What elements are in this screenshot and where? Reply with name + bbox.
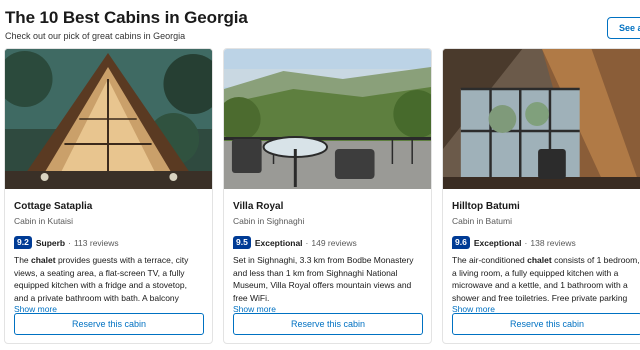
cabin-location: Cabin in Sighnaghi — [233, 216, 305, 226]
description-highlight: chalet — [527, 255, 552, 265]
separator-dot: · — [524, 237, 528, 248]
cabin-cards: Cottage Sataplia Cabin in Kutaisi 9.2 Su… — [0, 48, 640, 350]
chalet-interior-image[interactable] — [443, 49, 640, 189]
cabin-name[interactable]: Cottage Sataplia — [14, 201, 203, 212]
rating-word: Exceptional — [473, 237, 522, 248]
review-count: 113 reviews — [73, 237, 119, 248]
reserve-button[interactable]: Reserve this cabin — [452, 313, 640, 335]
review-count: 138 reviews — [530, 237, 576, 248]
separator-dot: · — [68, 237, 71, 248]
review-count: 149 reviews — [311, 237, 357, 248]
reserve-button[interactable]: Reserve this cabin — [14, 313, 204, 335]
cabin-location: Cabin in Batumi — [452, 216, 513, 226]
section-title: The 10 Best Cabins in Georgia — [5, 8, 248, 27]
description-highlight: chalet — [31, 255, 56, 265]
rating-row: 9.5 Exceptional · 149 reviews — [233, 236, 422, 249]
rating-word: Exceptional — [254, 237, 303, 248]
reserve-button[interactable]: Reserve this cabin — [233, 313, 423, 335]
cabin-card[interactable]: Cottage Sataplia Cabin in Kutaisi 9.2 Su… — [4, 48, 213, 344]
description-text: Set in Sighnaghi, 3.3 km from Bodbe Mona… — [233, 255, 414, 303]
cabin-description: Set in Sighnaghi, 3.3 km from Bodbe Mona… — [233, 254, 422, 304]
rating-word: Superb — [35, 237, 66, 248]
description-text: The — [14, 255, 32, 265]
cabin-name[interactable]: Villa Royal — [233, 201, 422, 212]
cabin-card[interactable]: Villa Royal Cabin in Sighnaghi 9.5 Excep… — [223, 48, 432, 344]
score-badge: 9.5 — [233, 236, 251, 249]
cabin-name[interactable]: Hilltop Batumi — [452, 201, 640, 212]
cabin-location: Cabin in Kutaisi — [14, 216, 74, 226]
rating-row: 9.2 Superb · 113 reviews — [14, 236, 203, 249]
separator-dot: · — [305, 237, 309, 248]
balcony-view-image[interactable] — [224, 49, 431, 189]
rating-row: 9.6 Exceptional · 138 reviews — [452, 236, 640, 249]
score-badge: 9.2 — [14, 236, 32, 249]
section-header: The 10 Best Cabins in Georgia Check out … — [5, 8, 248, 41]
score-badge: 9.6 — [452, 236, 470, 249]
see-all-button[interactable]: See all — [607, 17, 640, 39]
cabin-card[interactable]: Hilltop Batumi Cabin in Batumi 9.6 Excep… — [442, 48, 640, 344]
a-frame-cabin-image[interactable] — [5, 49, 212, 189]
section-subtitle: Check out our pick of great cabins in Ge… — [5, 31, 186, 41]
cabin-description: The air-conditioned chalet consists of 1… — [452, 254, 640, 304]
cabin-description: The chalet provides guests with a terrac… — [14, 254, 203, 304]
description-text: The air-conditioned — [452, 255, 528, 265]
